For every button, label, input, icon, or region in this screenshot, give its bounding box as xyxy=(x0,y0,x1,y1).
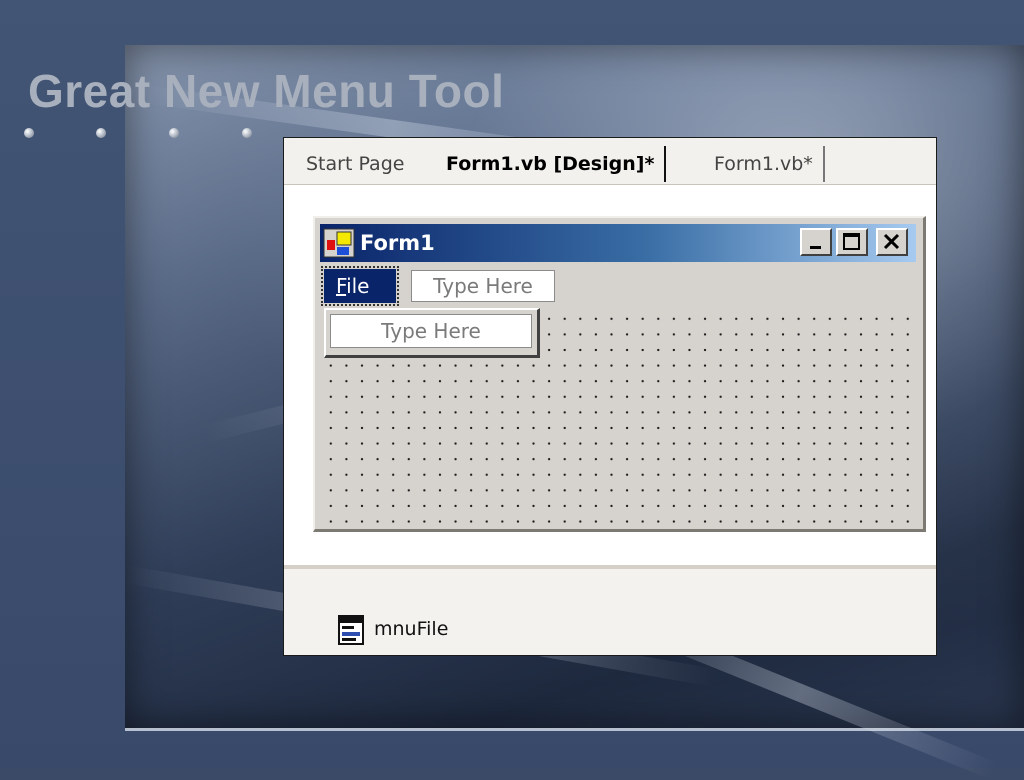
component-tray: mnuFile xyxy=(284,569,936,655)
form-app-icon xyxy=(323,228,355,258)
tab-form1-code[interactable]: Form1.vb* xyxy=(704,146,825,182)
design-surface[interactable]: Form1 File Type Here Type Here xyxy=(284,185,936,565)
slide-title: Great New Menu Tool xyxy=(28,65,505,117)
form-titlebar[interactable]: Form1 xyxy=(320,224,916,262)
close-button[interactable] xyxy=(876,228,908,256)
rivet xyxy=(96,128,106,138)
maximize-button[interactable] xyxy=(836,228,868,256)
close-icon xyxy=(883,233,900,250)
menu-component-icon xyxy=(338,615,364,645)
rivet xyxy=(24,128,34,138)
menu-file-label: ile xyxy=(346,274,370,298)
menu-type-here-top[interactable]: Type Here xyxy=(411,270,555,302)
form-designer[interactable]: Form1 File Type Here Type Here xyxy=(313,216,926,532)
form-menu-bar: File Type Here xyxy=(320,266,916,306)
document-tab-bar: Start Page Form1.vb [Design]* Form1.vb* xyxy=(284,138,936,185)
form-title: Form1 xyxy=(360,231,435,255)
menu-file-accelerator: F xyxy=(336,274,347,298)
rivet xyxy=(169,128,179,138)
tab-form1-design[interactable]: Form1.vb [Design]* xyxy=(436,146,667,182)
maximize-icon xyxy=(843,233,860,250)
menu-file-dropdown: Type Here xyxy=(324,308,540,358)
tab-start-page[interactable]: Start Page xyxy=(296,146,414,182)
minimize-button[interactable] xyxy=(800,228,832,256)
menu-file-item[interactable]: File xyxy=(321,266,399,306)
tray-component-label: mnuFile xyxy=(374,618,449,640)
ide-window: Start Page Form1.vb [Design]* Form1.vb* … xyxy=(283,137,937,656)
minimize-icon xyxy=(810,246,821,249)
rivet xyxy=(242,128,252,138)
menu-type-here-dropdown[interactable]: Type Here xyxy=(330,314,532,348)
